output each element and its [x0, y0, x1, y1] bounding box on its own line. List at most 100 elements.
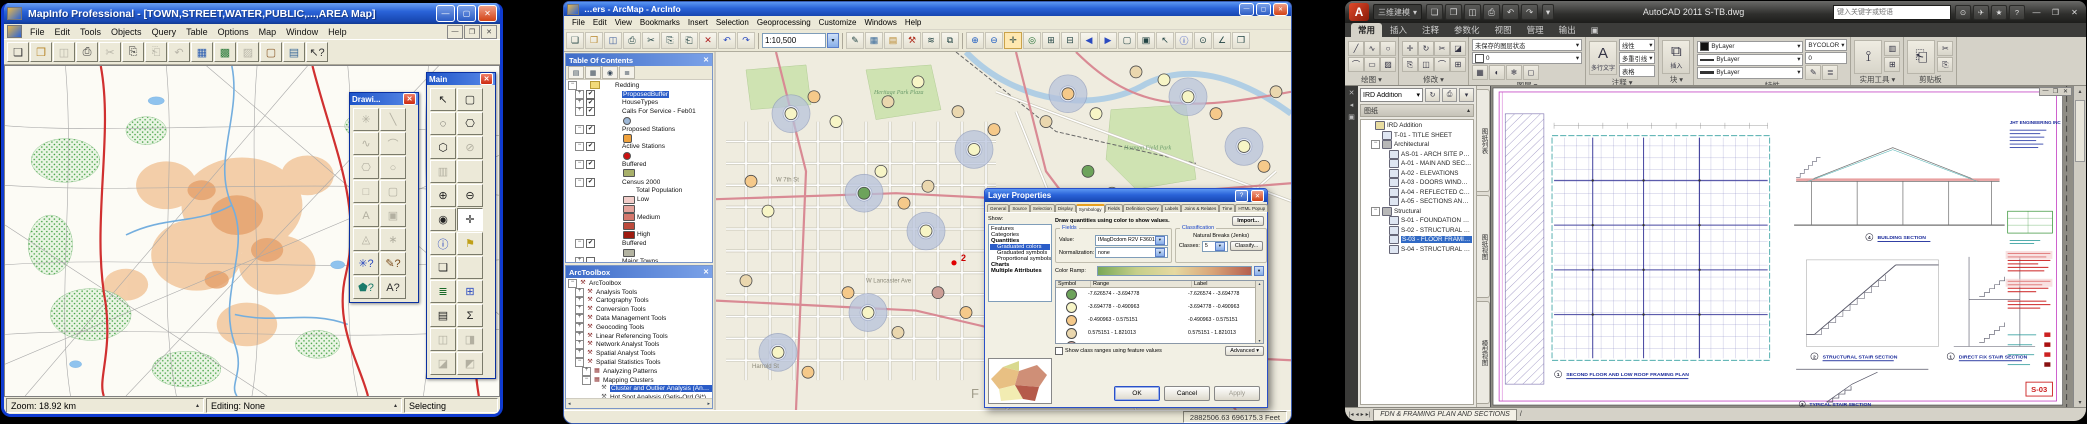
layer-checkbox[interactable]: ✔ [586, 239, 595, 248]
toc-row[interactable]: + Major Towns [566, 257, 712, 262]
child-restore-icon[interactable]: ❐ [464, 25, 480, 39]
expander-icon[interactable]: + [575, 257, 584, 262]
toolbar-button[interactable]: ✂ [642, 32, 660, 49]
mdi-child-icon[interactable] [7, 25, 22, 38]
modify-tool-icon[interactable]: ↻ [1418, 41, 1434, 56]
column-header[interactable]: Symbol [1056, 281, 1091, 287]
main-tool-button[interactable]: ⊘ [457, 136, 483, 159]
drawing-tool-button[interactable]: ▣ [380, 204, 406, 227]
toolbar-button[interactable]: ↖? [306, 42, 328, 62]
infocenter-search-input[interactable] [1833, 5, 1951, 20]
class-label[interactable]: 0.575151 - 1.821013 [1186, 330, 1255, 336]
toc-row[interactable]: − ✔ Buffered [566, 239, 712, 248]
column-header[interactable]: Label [1192, 281, 1255, 287]
qat-button[interactable]: ◫ [1464, 4, 1481, 20]
ssm-side-tab[interactable]: 图纸列表 [1477, 89, 1490, 192]
layer-label[interactable]: Medium [637, 214, 660, 221]
drawing-window-controls[interactable]: — ❐ ✕ [2039, 87, 2072, 96]
nav-tool-button[interactable]: ⊟ [1061, 32, 1079, 49]
toolbar-button[interactable]: ◫ [53, 42, 75, 62]
nav-tool-button[interactable]: ◀ [1080, 32, 1098, 49]
main-tool-button[interactable]: ◪ [430, 352, 456, 375]
main-tool-button[interactable]: ⓘ [430, 232, 456, 255]
layer-freeze-icon[interactable]: ❄ [1506, 65, 1522, 80]
toolbar-button[interactable]: ⚒ [903, 32, 921, 49]
toolbar-button[interactable]: ▩ [214, 42, 236, 62]
dialog-tab[interactable]: Labels [1162, 204, 1182, 212]
toolbar-button[interactable]: ⧉ [941, 32, 959, 49]
main-tool-button[interactable]: ⊕ [430, 184, 456, 207]
layer-state-select[interactable]: 未保存的图层状态▾ [1472, 39, 1582, 51]
expander-icon[interactable]: + [575, 297, 584, 306]
toolbar-button[interactable]: ↷ [737, 32, 755, 49]
column-header[interactable]: Range [1091, 281, 1192, 287]
menu-item[interactable]: View [611, 18, 636, 27]
toc-tool-icon[interactable]: ▤ [568, 66, 584, 79]
color-ramp-select[interactable] [1097, 266, 1252, 276]
maximize-icon[interactable]: ▢ [1256, 3, 1271, 16]
sheet-row[interactable]: A-01 - MAIN AND SECO... [1362, 159, 1472, 169]
quick-calc-icon[interactable]: ⊞ [1884, 57, 1900, 72]
last-layout-icon[interactable]: ▸| [1366, 411, 1371, 418]
first-layout-icon[interactable]: |◂ [1349, 411, 1354, 418]
layer-properties-dialog[interactable]: Layer Properties ? ✕ GeneralSourceSelect… [984, 188, 1268, 408]
tool-label[interactable]: Spatial Analyst Tools [596, 350, 656, 357]
toc-row[interactable] [566, 151, 712, 160]
prev-layout-icon[interactable]: ◂ [1356, 411, 1359, 418]
copy-clip-icon[interactable]: ⎘ [1937, 57, 1953, 72]
dialog-tab[interactable]: Time [1219, 204, 1235, 212]
expander-icon[interactable]: + [575, 349, 584, 358]
dialog-tab[interactable]: Selection [1030, 204, 1055, 212]
draw-tool-icon[interactable]: ⌒ [1348, 57, 1364, 72]
menu-item[interactable]: Help [323, 26, 352, 38]
menu-item[interactable]: Map [254, 26, 282, 38]
layer-checkbox[interactable]: ✔ [586, 178, 595, 187]
menu-item[interactable]: Tools [75, 26, 106, 38]
layout-tab[interactable]: FDN & FRAMING PLAN AND SECTIONS [1373, 409, 1517, 421]
toc-row[interactable] [566, 169, 712, 178]
show-class-ranges-checkbox[interactable] [1055, 347, 1063, 355]
drawing-tool-button[interactable]: ⌒ [380, 132, 406, 155]
arctoolbox-row[interactable]: − ⚒ ArcToolbox [566, 279, 712, 288]
tool-palettes-autohide-bar[interactable]: ✕ ◂ ▣ [1345, 86, 1358, 407]
close-icon[interactable]: ✕ [1273, 3, 1288, 16]
draw-tool-icon[interactable]: ∿ [1364, 41, 1380, 56]
menu-item[interactable]: Customize [815, 18, 861, 27]
infocenter-icon[interactable]: ✈ [1973, 5, 1989, 20]
sheet-label[interactable]: A-05 - SECTIONS AND D... [1401, 198, 1472, 205]
sheet-label[interactable]: S-01 - FOUNDATION PLA... [1401, 217, 1472, 224]
class-label[interactable]: -0.490963 - 0.575151 [1186, 317, 1255, 323]
main-toolbar[interactable]: Main✕ ↖▢◌⎔⬡⊘▥⊕⊖◉✛ⓘ⚑❏≣⊞▤Σ◫◨◪◩ [426, 72, 496, 379]
menu-item[interactable]: File [568, 18, 589, 27]
sheet-row[interactable]: A-04 - REFLECTED CEILI... [1362, 188, 1472, 198]
drawing-tool-button[interactable]: ○ [380, 156, 406, 179]
layer-label[interactable]: Active Stations [622, 143, 665, 150]
toolbar-button[interactable]: ⎘ [122, 42, 144, 62]
toolbar-button[interactable]: ▤ [884, 32, 902, 49]
tool-label[interactable]: Network Analyst Tools [596, 341, 659, 348]
sheet-label[interactable]: Architectural [1394, 141, 1429, 148]
layer-checkbox[interactable]: ✔ [586, 142, 595, 151]
layer-checkbox[interactable]: ✔ [586, 90, 595, 99]
dialog-tab[interactable]: HTML Popup [1235, 204, 1268, 212]
toolbar-button[interactable]: ✎ [846, 32, 864, 49]
mapinfo-titlebar[interactable]: MapInfo Professional - [TOWN,STREET,WATE… [4, 3, 500, 24]
tool-label[interactable]: Data Management Tools [596, 315, 666, 322]
layer-label[interactable]: Buffered [622, 161, 646, 168]
tool-label[interactable]: Cluster and Outlier Analysis (Anselin Lo… [610, 385, 712, 392]
qat-button[interactable]: ↶ [1502, 4, 1519, 20]
show-list-item[interactable]: Multiple Attributes [990, 268, 1050, 274]
sheet-label[interactable]: A-01 - MAIN AND SECO... [1401, 160, 1472, 167]
toolbar-button[interactable]: ▤ [283, 42, 305, 62]
cancel-button[interactable]: Cancel [1164, 386, 1210, 401]
expander-icon[interactable]: + [575, 340, 584, 349]
selecting-status-cell[interactable]: Selecting [404, 398, 498, 413]
chevron-left-icon[interactable]: ◂ [1350, 101, 1354, 109]
class-row[interactable]: 0.575151 - 1.821013 0.575151 - 1.821013 [1056, 327, 1255, 340]
sheet-label[interactable]: AS-01 - ARCH SITE PLAN [1401, 151, 1472, 158]
menu-item[interactable]: Help [901, 18, 925, 27]
drawing-tool-button[interactable]: A? [380, 276, 406, 299]
ribbon-tab[interactable]: 管理 [1520, 23, 1551, 37]
modify-tool-icon[interactable]: ✛ [1402, 41, 1418, 56]
sheet-row[interactable]: T-01 - TITLE SHEET [1362, 131, 1472, 141]
